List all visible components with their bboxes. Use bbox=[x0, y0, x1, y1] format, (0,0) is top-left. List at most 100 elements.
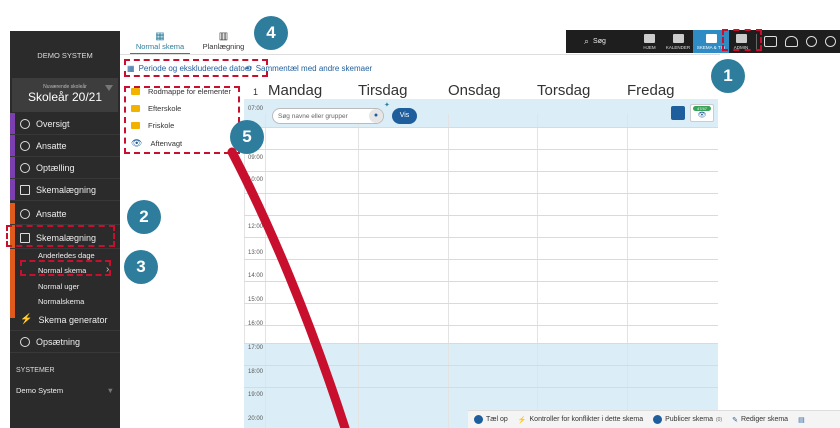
check-conflicts-button[interactable]: ⚡ Kontroller for konflikter i dette skema bbox=[518, 416, 643, 424]
tab-label: Planlægning bbox=[202, 42, 245, 51]
print-icon[interactable]: ▤ bbox=[798, 416, 805, 424]
compare-label: Sammentæl med andre skemaer bbox=[255, 64, 373, 73]
eye-icon: 👁 bbox=[697, 112, 707, 119]
hour-line bbox=[244, 343, 718, 344]
hour-line bbox=[244, 325, 718, 326]
time-label: 13:00 bbox=[248, 250, 264, 256]
sub-item-anderledes-dage[interactable]: Anderledes dage bbox=[38, 251, 95, 260]
hour-line bbox=[244, 259, 718, 260]
tab-planlaegning[interactable]: ▥ Planlægning bbox=[196, 31, 251, 51]
nav-calendar[interactable]: KALENDER bbox=[663, 30, 693, 53]
school-year-value: Skoleår 20/21 bbox=[27, 90, 103, 104]
publish-count: (0) bbox=[715, 416, 723, 423]
systems-header: SYSTEMER bbox=[16, 367, 55, 374]
day-header-monday: Mandag bbox=[268, 82, 323, 99]
grid-icon: ▥ bbox=[218, 31, 229, 42]
day-header-wednesday: Onsdag bbox=[448, 82, 501, 99]
time-label: 15:00 bbox=[248, 297, 264, 303]
hour-line bbox=[244, 303, 718, 304]
sidebar-item-ansatte-2[interactable]: Ansatte bbox=[10, 203, 120, 225]
hour-line bbox=[244, 171, 718, 172]
highlight-period-button bbox=[124, 59, 268, 77]
time-label: 20:00 bbox=[248, 416, 264, 422]
gear-icon bbox=[20, 336, 30, 347]
check-conflicts-label: Kontroller for konflikter i dette skema bbox=[529, 416, 644, 423]
search-input[interactable]: Søg navne eller grupper bbox=[272, 108, 384, 124]
home-icon bbox=[644, 34, 655, 43]
calendar-icon: ▦ bbox=[155, 31, 165, 42]
callout-2: 2 bbox=[127, 200, 161, 234]
sidebar-item-label: Skemalægning bbox=[36, 184, 97, 195]
top-navigation: ⌕ Søg HJEM KALENDER SKEMA & TID ADMIN bbox=[566, 30, 840, 53]
time-label: 17:00 bbox=[248, 345, 264, 351]
sidebar-item-optaelling[interactable]: Optælling bbox=[10, 157, 120, 179]
sub-item-normal-uger[interactable]: Normal uger bbox=[38, 282, 79, 291]
grid-line bbox=[448, 114, 449, 428]
grid-line bbox=[265, 114, 266, 428]
square-view-icon[interactable] bbox=[671, 106, 685, 120]
highlight-normal-schedule bbox=[20, 260, 111, 276]
nav-label: KALENDER bbox=[665, 45, 691, 50]
visibility-toggle[interactable]: 47/47 👁 bbox=[690, 104, 714, 122]
calendar-icon bbox=[672, 34, 684, 43]
hour-line bbox=[244, 237, 718, 238]
chevron-down-icon bbox=[105, 85, 113, 91]
divider bbox=[120, 54, 720, 55]
time-label: 12:00 bbox=[248, 224, 264, 230]
user-icon[interactable] bbox=[825, 36, 836, 47]
hour-line bbox=[244, 387, 718, 388]
highlight-nav-schedule bbox=[722, 29, 762, 51]
school-year-selector[interactable]: Nuværende skoleår Skoleår 20/21 bbox=[12, 78, 118, 112]
day-header-friday: Fredag bbox=[627, 82, 675, 99]
system-name: DEMO SYSTEM bbox=[37, 51, 93, 60]
help-icon[interactable] bbox=[806, 36, 817, 47]
time-label: 16:00 bbox=[248, 321, 264, 327]
publish-label: Publicer skema bbox=[665, 416, 713, 423]
nav-home[interactable]: HJEM bbox=[636, 30, 663, 53]
sidebar-item-label: Opsætning bbox=[36, 336, 81, 347]
sidebar-item-skema-generator[interactable]: ⚡ Skema generator bbox=[10, 309, 120, 331]
callout-5: 5 bbox=[230, 120, 264, 154]
sidebar-item-ansatte[interactable]: Ansatte bbox=[10, 135, 120, 157]
user-search-icon bbox=[20, 208, 30, 219]
bell-icon[interactable] bbox=[785, 36, 798, 47]
time-label: 19:00 bbox=[248, 392, 264, 398]
pencil-icon: ✎ bbox=[732, 416, 738, 424]
sidebar-item-opsaetning[interactable]: Opsætning bbox=[10, 331, 120, 353]
day-header-thursday: Torsdag bbox=[537, 82, 591, 99]
edit-button[interactable]: ✎ Rediger skema bbox=[732, 416, 788, 424]
tab-normal-skema[interactable]: ▦ Normal skema bbox=[130, 31, 190, 55]
nav-label: HJEM bbox=[643, 45, 656, 50]
grid-line bbox=[537, 114, 538, 428]
grid-line bbox=[358, 114, 359, 428]
edit-label: Rediger skema bbox=[740, 416, 789, 423]
sidebar-item-label: Skema generator bbox=[38, 314, 108, 325]
count-label: Tæl op bbox=[486, 416, 508, 423]
sidebar-item-label: Optælling bbox=[36, 162, 75, 173]
sidebar-item-label: Oversigt bbox=[36, 118, 70, 129]
wand-icon: ⚡ bbox=[20, 314, 33, 325]
show-button[interactable]: Vis bbox=[392, 108, 417, 124]
user-icon[interactable]: ● bbox=[369, 109, 383, 123]
publish-button[interactable]: Publicer skema (0) bbox=[653, 415, 722, 424]
chevron-down-icon: ▼ bbox=[106, 386, 114, 395]
clock-icon bbox=[20, 162, 30, 173]
time-label: 07:00 bbox=[248, 106, 264, 112]
day-header-tuesday: Tirsdag bbox=[358, 82, 408, 99]
time-label: 10:00 bbox=[248, 177, 264, 183]
search-button[interactable]: ⌕ Søg bbox=[566, 36, 624, 47]
week-number: 1 bbox=[253, 87, 259, 97]
grid-line bbox=[627, 114, 628, 428]
sub-item-normalskema[interactable]: Normalskema bbox=[38, 297, 84, 306]
count-button[interactable]: Tæl op bbox=[474, 415, 508, 424]
wand-icon: ⚡ bbox=[517, 416, 527, 424]
hour-line bbox=[244, 127, 718, 128]
sidebar-item-skemalaegning[interactable]: Skemalægning bbox=[10, 179, 120, 201]
schedule-icon bbox=[705, 34, 717, 43]
systems-selector[interactable]: Demo System ▼ bbox=[16, 386, 114, 395]
systems-value: Demo System bbox=[16, 386, 64, 395]
sidebar-item-oversigt[interactable]: Oversigt bbox=[10, 113, 120, 135]
hour-line bbox=[244, 281, 718, 282]
highlight-folder-tree bbox=[124, 86, 240, 154]
mail-icon[interactable] bbox=[764, 36, 777, 47]
